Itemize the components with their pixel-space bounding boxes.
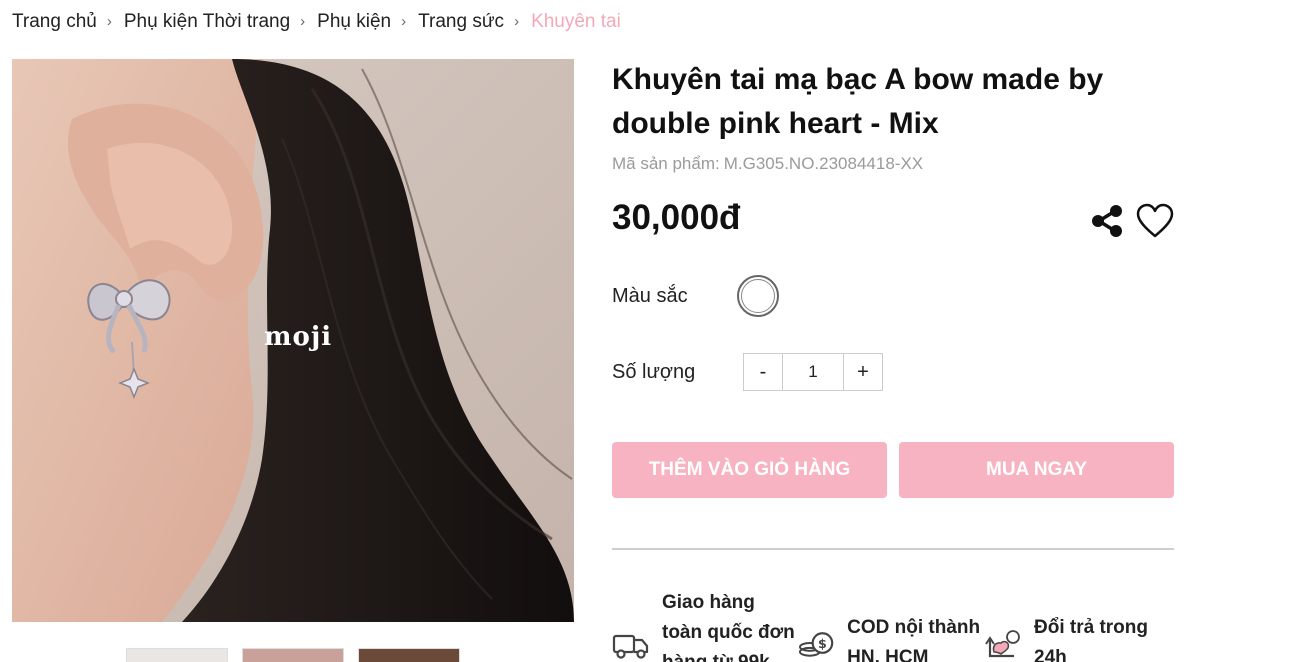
thumbnail-strip — [126, 648, 460, 662]
perk-shipping-text: Giao hàng toàn quốc đơn hàng từ 99k — [662, 592, 795, 662]
product-info: Khuyên tai mạ bạc A bow made by double p… — [612, 58, 1174, 662]
breadcrumb-accessories[interactable]: Phụ kiện — [317, 11, 391, 33]
chevron-right-icon: › — [514, 12, 520, 30]
brand-watermark: moji — [264, 322, 333, 352]
service-perks: Giao hàng toàn quốc đơn hàng từ 99k $ CO… — [612, 588, 1174, 662]
chevron-right-icon: › — [300, 12, 306, 30]
perk-return-text: Đổi trả trong 24h — [1034, 617, 1148, 662]
share-icon[interactable] — [1088, 202, 1126, 240]
heart-icon[interactable] — [1136, 202, 1174, 240]
thumbnail-2[interactable] — [242, 648, 344, 662]
chevron-right-icon: › — [106, 12, 112, 30]
coins-icon: $ — [798, 632, 834, 657]
breadcrumb-current: Khuyên tai — [531, 11, 621, 32]
sku-value: M.G305.NO.23084418-XX — [723, 154, 924, 173]
product-sku: Mã sản phẩm: M.G305.NO.23084418-XX — [612, 154, 1174, 174]
breadcrumb-home[interactable]: Trang chủ — [12, 11, 97, 33]
product-price: 30,000đ — [612, 198, 741, 237]
purchase-buttons: THÊM VÀO GIỎ HÀNG MUA NGAY — [612, 442, 1174, 498]
return-icon — [985, 630, 1020, 658]
perk-cod: $ COD nội thành HN, HCM — [798, 588, 984, 662]
color-swatch-white[interactable] — [737, 275, 779, 317]
perk-shipping: Giao hàng toàn quốc đơn hàng từ 99k — [612, 588, 798, 662]
breadcrumb-jewelry[interactable]: Trang sức — [418, 11, 504, 33]
product-main-image[interactable]: moji — [12, 59, 574, 622]
breadcrumb: Trang chủ › Phụ kiện Thời trang › Phụ ki… — [12, 11, 621, 33]
sku-label: Mã sản phẩm: — [612, 154, 720, 173]
quantity-input[interactable] — [782, 354, 844, 390]
product-actions — [1088, 202, 1174, 240]
thumbnail-3[interactable] — [358, 648, 460, 662]
quantity-label: Số lượng — [612, 360, 696, 383]
add-to-cart-button[interactable]: THÊM VÀO GIỎ HÀNG — [612, 442, 887, 498]
color-option-row: Màu sắc — [612, 274, 779, 318]
quantity-increase-button[interactable]: + — [844, 354, 882, 390]
section-divider — [612, 548, 1174, 550]
truck-icon — [612, 634, 649, 659]
perk-cod-text: COD nội thành HN, HCM — [847, 617, 981, 662]
quantity-decrease-button[interactable]: - — [744, 354, 782, 390]
svg-text:$: $ — [818, 636, 827, 651]
thumbnail-1[interactable] — [126, 648, 228, 662]
quantity-row: Số lượng - + — [612, 353, 883, 391]
quantity-stepper: - + — [743, 353, 883, 391]
price-row: 30,000đ — [612, 198, 1174, 248]
chevron-right-icon: › — [401, 12, 407, 30]
perk-return: Đổi trả trong 24h — [984, 588, 1174, 662]
breadcrumb-fashion-accessories[interactable]: Phụ kiện Thời trang — [124, 11, 290, 33]
product-title: Khuyên tai mạ bạc A bow made by double p… — [612, 63, 1104, 140]
buy-now-button[interactable]: MUA NGAY — [899, 442, 1174, 498]
color-swatch-fill — [741, 279, 775, 313]
color-label: Màu sắc — [612, 284, 688, 307]
